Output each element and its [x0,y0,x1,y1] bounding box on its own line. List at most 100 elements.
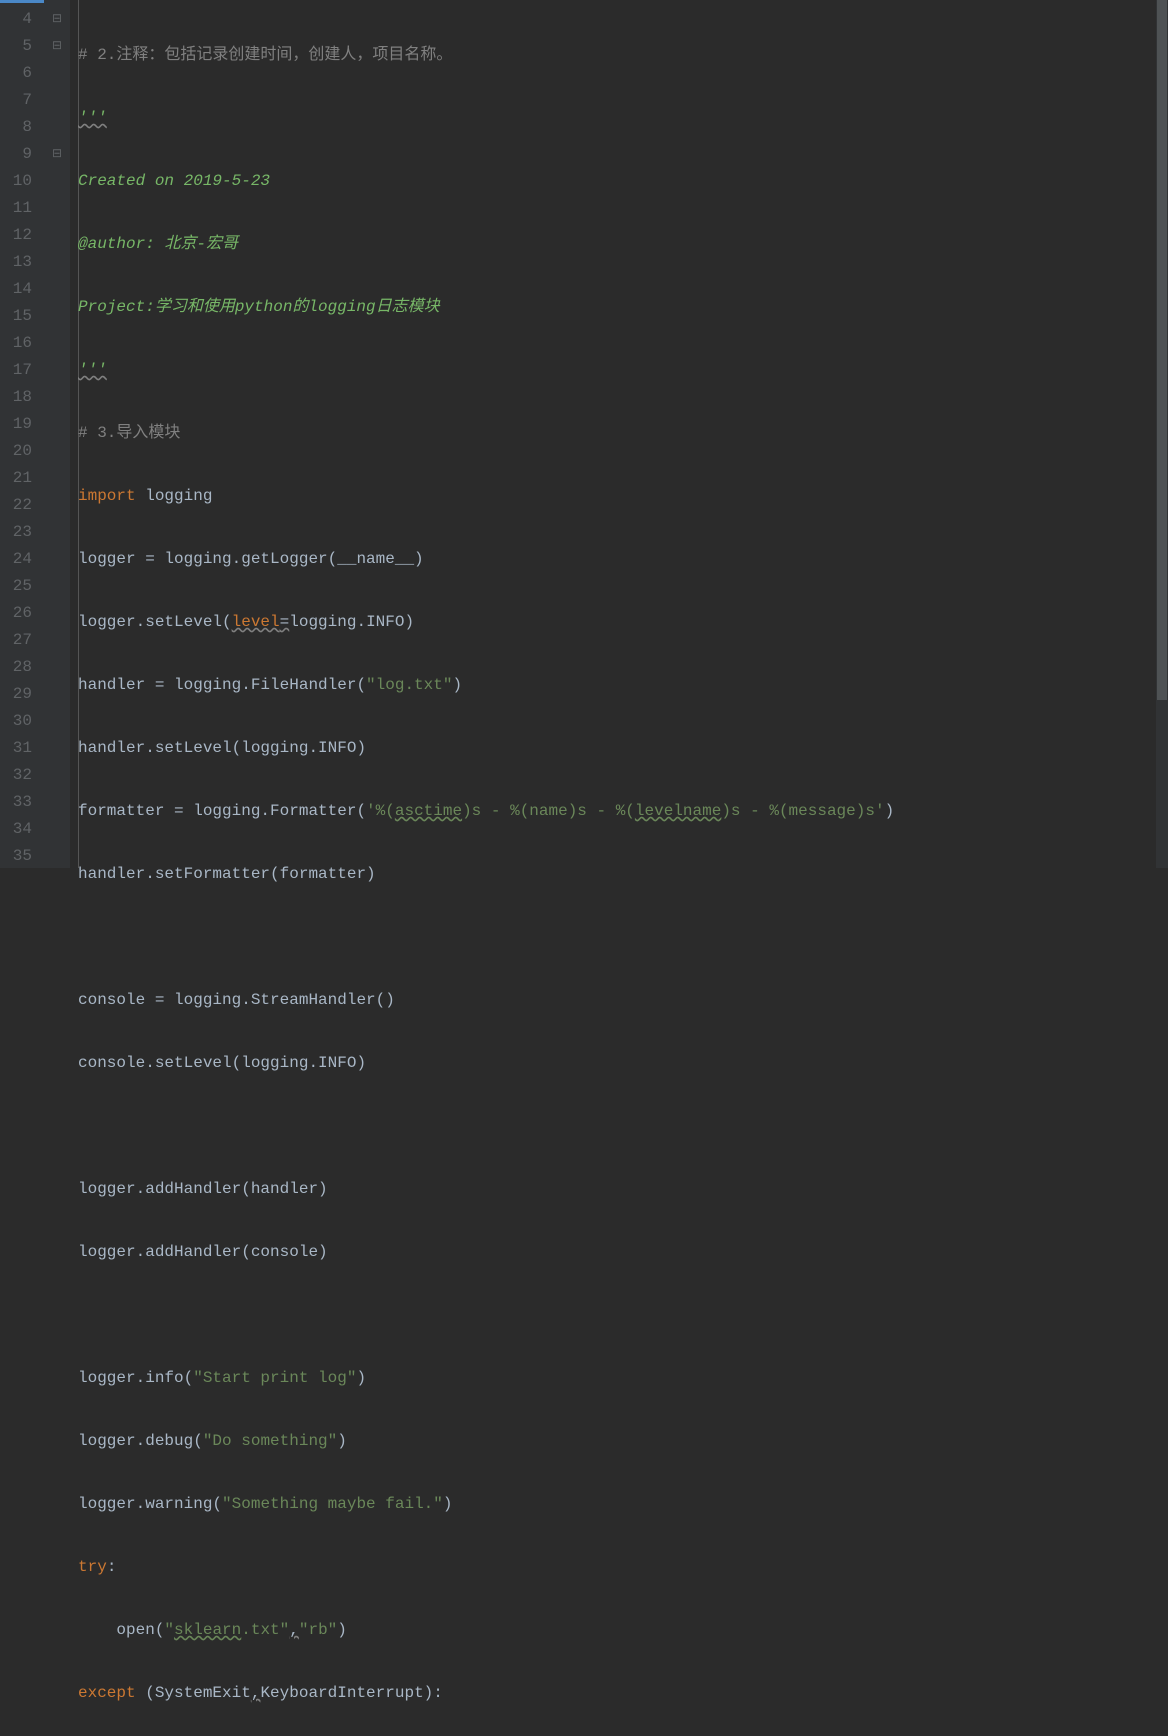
keyword: except [78,1684,136,1702]
string-token: "rb" [299,1621,337,1639]
code-token: , [251,1684,261,1702]
code-token: handler = logging.FileHandler( [78,676,366,694]
string-token: "Start print log" [193,1369,356,1387]
code-line[interactable]: open("sklearn.txt","rb") [78,1617,1168,1644]
keyword: import [78,487,136,505]
code-token: logging.INFO) [289,613,414,631]
code-token: ) [443,1495,453,1513]
string-token: asctime [395,802,462,820]
string-token: "Something maybe fail." [222,1495,443,1513]
code-line[interactable]: logger.addHandler(console) [78,1239,1168,1266]
fold-end-icon: ⊟ [44,141,70,168]
tab-indicator [0,0,50,3]
code-line[interactable]: @author: 北京-宏哥 [78,231,1168,258]
code-token: logger.warning( [78,1495,222,1513]
line-number: 26 [0,600,44,627]
docstring-text: ''' [78,361,107,379]
code-line[interactable]: handler.setFormatter(formatter) [78,861,1168,888]
code-line[interactable]: Project:学习和使用python的logging日志模块 [78,294,1168,321]
line-number: 12 [0,222,44,249]
line-number: 20 [0,438,44,465]
code-line[interactable]: console.setLevel(logging.INFO) [78,1050,1168,1077]
line-number: 9 [0,141,44,168]
line-number: 6 [0,60,44,87]
fold-icon[interactable]: ⊟ [44,33,70,60]
string-token: "log.txt" [366,676,452,694]
line-number: 35 [0,843,44,870]
code-token: ): [424,1684,443,1702]
code-line[interactable] [78,1302,1168,1329]
line-number: 4 [0,6,44,33]
line-number: 30 [0,708,44,735]
code-token: formatter = logging.Formatter( [78,802,366,820]
code-line[interactable]: console = logging.StreamHandler() [78,987,1168,1014]
line-number: 33 [0,789,44,816]
scrollbar-thumb[interactable] [1157,0,1167,700]
code-token: ) [356,1369,366,1387]
code-line[interactable]: ''' [78,357,1168,384]
line-number: 24 [0,546,44,573]
code-line[interactable]: logger.info("Start print log") [78,1365,1168,1392]
line-number: 28 [0,654,44,681]
fold-column: ⊟ ⊟ ⊟ [44,0,70,868]
code-line[interactable]: # 2.注释：包括记录创建时间，创建人，项目名称。 [78,42,1168,69]
line-number: 31 [0,735,44,762]
code-line[interactable]: Created on 2019-5-23 [78,168,1168,195]
class-token: SystemExit [155,1684,251,1702]
code-token: console.setLevel(logging.INFO) [78,1054,366,1072]
code-line[interactable] [78,924,1168,951]
string-token: .txt" [241,1621,289,1639]
fold-icon[interactable]: ⊟ [44,6,70,33]
param-token: level [232,613,280,631]
code-line[interactable]: logger.debug("Do something") [78,1428,1168,1455]
code-line[interactable]: import logging [78,483,1168,510]
code-line[interactable]: logger.setLevel(level=logging.INFO) [78,609,1168,636]
code-line[interactable]: # 3.导入模块 [78,420,1168,447]
code-line[interactable]: handler.setLevel(logging.INFO) [78,735,1168,762]
code-line[interactable]: formatter = logging.Formatter('%(asctime… [78,798,1168,825]
line-number: 8 [0,114,44,141]
code-token: ) [885,802,895,820]
code-line[interactable]: logger = logging.getLogger(__name__) [78,546,1168,573]
line-number: 32 [0,762,44,789]
string-token: levelname [635,802,721,820]
code-token: logging [136,487,213,505]
docstring-text: ''' [78,109,107,127]
line-number: 21 [0,465,44,492]
code-token: ) [337,1621,347,1639]
string-token: " [164,1621,174,1639]
code-area[interactable]: # 2.注释：包括记录创建时间，创建人，项目名称。 ''' Created on… [70,0,1168,868]
code-token: logger.addHandler(handler) [78,1180,328,1198]
docstring-text: Created on 2019-5-23 [78,172,270,190]
indent [78,1621,116,1639]
comment-text: # 2.注释：包括记录创建时间，创建人，项目名称。 [78,46,452,64]
string-token: )s - %(name)s - %( [462,802,635,820]
string-token: "Do something" [203,1432,337,1450]
code-token: console = logging.StreamHandler() [78,991,395,1009]
string-token: '%( [366,802,395,820]
line-number-gutter: 4567891011121314151617181920212223242526… [0,0,44,868]
code-token: ) [452,676,462,694]
code-token: logger.info( [78,1369,193,1387]
code-token: logger.addHandler(console) [78,1243,328,1261]
code-line[interactable]: logger.warning("Something maybe fail.") [78,1491,1168,1518]
string-token: )s - %(message)s' [721,802,884,820]
line-number: 13 [0,249,44,276]
code-line[interactable]: except (SystemExit,KeyboardInterrupt): [78,1680,1168,1707]
line-number: 22 [0,492,44,519]
code-token: open( [116,1621,164,1639]
line-number: 27 [0,627,44,654]
code-token: logger.debug( [78,1432,203,1450]
code-line[interactable]: ''' [78,105,1168,132]
code-line[interactable]: handler = logging.FileHandler("log.txt") [78,672,1168,699]
code-token: = [280,613,290,631]
line-number: 17 [0,357,44,384]
code-line[interactable]: logger.addHandler(handler) [78,1176,1168,1203]
line-number: 23 [0,519,44,546]
keyword: try [78,1558,107,1576]
code-line[interactable] [78,1113,1168,1140]
code-editor[interactable]: 4567891011121314151617181920212223242526… [0,0,1168,868]
code-line[interactable]: try: [78,1554,1168,1581]
vertical-scrollbar[interactable] [1156,0,1168,868]
line-number: 7 [0,87,44,114]
